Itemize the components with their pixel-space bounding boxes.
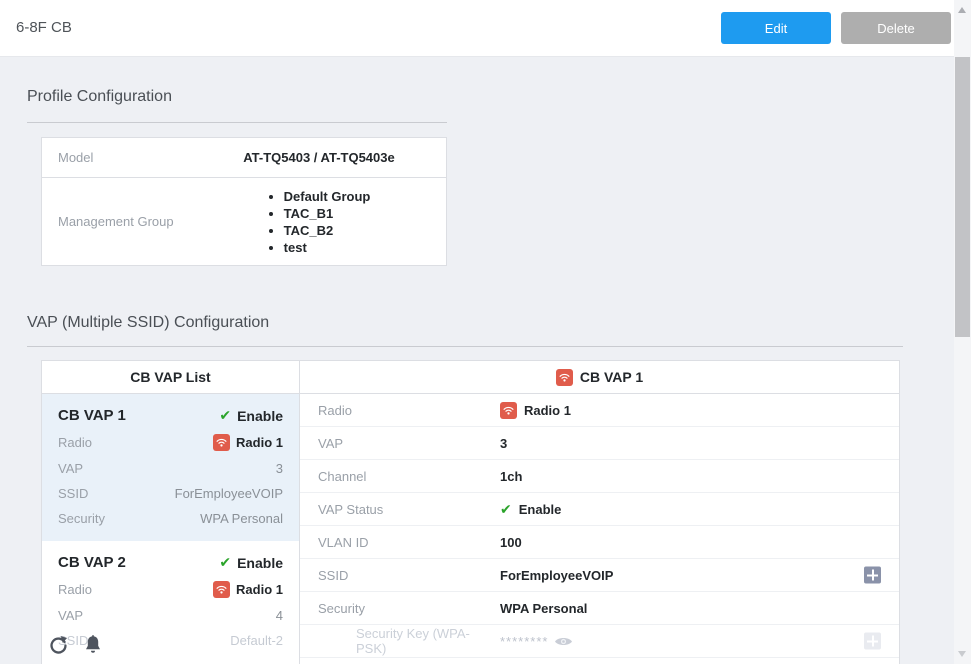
- detail-row-security: Security WPA Personal: [300, 592, 899, 625]
- profile-configuration-heading: Profile Configuration: [27, 88, 447, 123]
- list-item-row: VAP 4: [58, 608, 283, 623]
- refresh-icon[interactable]: [48, 635, 69, 656]
- vap-configuration-heading: VAP (Multiple SSID) Configuration: [27, 314, 903, 347]
- model-label: Model: [42, 138, 192, 177]
- detail-label: VAP Status: [300, 502, 500, 517]
- detail-row-vap-status: VAP Status ✔ Enable: [300, 493, 899, 526]
- vap-value: 3: [276, 461, 283, 476]
- detail-label: Channel: [300, 469, 500, 484]
- management-group-label: Management Group: [42, 178, 192, 265]
- vap-label: VAP: [58, 608, 83, 623]
- detail-value: WPA Personal: [500, 601, 587, 616]
- detail-label: SSID: [300, 568, 500, 583]
- detail-row-vlan-id: VLAN ID 100: [300, 526, 899, 559]
- detail-row-security-key: Security Key (WPA-PSK) ********: [300, 625, 899, 658]
- scroll-down-arrow-icon[interactable]: [958, 651, 966, 657]
- management-group-value: Default Group TAC_B1 TAC_B2 test: [192, 178, 446, 265]
- list-item-row: Radio Radio 1: [58, 581, 283, 598]
- detail-label: VLAN ID: [300, 535, 500, 550]
- detail-row-vap: VAP 3: [300, 427, 899, 460]
- management-group-item: TAC_B1: [284, 206, 371, 221]
- management-group-item: test: [284, 240, 371, 255]
- delete-button[interactable]: Delete: [841, 12, 951, 44]
- vap-status-text: Enable: [237, 555, 283, 571]
- check-icon: ✔: [219, 554, 231, 571]
- detail-label: Security Key (WPA-PSK): [300, 626, 500, 656]
- ssid-value: Default-2: [230, 633, 283, 648]
- detail-value: 1ch: [500, 469, 522, 484]
- vap-detail-title: CB VAP 1: [580, 369, 643, 385]
- model-row: Model AT-TQ5403 / AT-TQ5403e: [42, 138, 446, 178]
- management-group-item: Default Group: [284, 189, 371, 204]
- detail-value-text: Radio 1: [524, 403, 571, 418]
- profile-detail-page: 6-8F CB Edit Delete Profile Configuratio…: [0, 0, 971, 664]
- wifi-icon: [213, 581, 230, 598]
- ssid-label: SSID: [58, 486, 88, 501]
- vap-item-title-row: CB VAP 2 ✔ Enable: [58, 554, 283, 571]
- vap-item-title-row: CB VAP 1 ✔ Enable: [58, 407, 283, 424]
- vap-list-header: CB VAP List: [42, 361, 299, 394]
- model-value: AT-TQ5403 / AT-TQ5403e: [192, 138, 446, 177]
- vap-list-item-cb-vap-1[interactable]: CB VAP 1 ✔ Enable Radio Radio 1 VAP 3: [42, 394, 299, 541]
- list-item-row: Radio Radio 1: [58, 434, 283, 451]
- list-item-row: SSID ForEmployeeVOIP: [58, 486, 283, 501]
- vap-label: VAP: [58, 461, 83, 476]
- page-title: 6-8F CB: [16, 0, 72, 56]
- management-group-item: TAC_B2: [284, 223, 371, 238]
- vap-status-badge: ✔ Enable: [219, 407, 283, 424]
- vap-value: 4: [276, 608, 283, 623]
- management-group-row: Management Group Default Group TAC_B1 TA…: [42, 178, 446, 265]
- detail-label: Security: [300, 601, 500, 616]
- check-icon: ✔: [500, 501, 512, 518]
- detail-value-text: Enable: [519, 502, 562, 517]
- list-item-row: Security WPA Personal: [58, 511, 283, 526]
- radio-value-text: Radio 1: [236, 582, 283, 597]
- vap-status-text: Enable: [237, 408, 283, 424]
- vap-list: CB VAP List CB VAP 1 ✔ Enable Radio Radi…: [42, 361, 300, 664]
- top-bar: 6-8F CB Edit Delete: [0, 0, 954, 57]
- vap-item-name: CB VAP 2: [58, 554, 126, 571]
- vap-detail-panel: CB VAP 1 Radio Radio 1 VAP 3 Channel 1ch…: [300, 361, 899, 664]
- detail-value: ✔ Enable: [500, 501, 561, 518]
- wifi-icon: [213, 434, 230, 451]
- edit-button[interactable]: Edit: [721, 12, 831, 44]
- vertical-scrollbar[interactable]: [954, 0, 971, 664]
- vap-table: CB VAP List CB VAP 1 ✔ Enable Radio Radi…: [41, 360, 900, 664]
- detail-label: Radio: [300, 403, 500, 418]
- radio-value-text: Radio 1: [236, 435, 283, 450]
- wifi-icon: [500, 402, 517, 419]
- wifi-icon: [556, 369, 573, 386]
- add-security-key-button[interactable]: [864, 633, 881, 650]
- management-group-list: Default Group TAC_B1 TAC_B2 test: [268, 187, 371, 257]
- detail-value: 3: [500, 436, 507, 451]
- add-ssid-button[interactable]: [864, 567, 881, 584]
- vap-detail-header: CB VAP 1: [300, 361, 899, 394]
- detail-value: ForEmployeeVOIP: [500, 568, 613, 583]
- check-icon: ✔: [219, 407, 231, 424]
- footer-toolbar: [48, 635, 102, 656]
- detail-label: VAP: [300, 436, 500, 451]
- profile-card: Model AT-TQ5403 / AT-TQ5403e Management …: [41, 137, 447, 266]
- security-label: Security: [58, 511, 105, 526]
- radio-label: Radio: [58, 582, 92, 597]
- scrollbar-thumb[interactable]: [955, 57, 970, 337]
- security-value: WPA Personal: [200, 511, 283, 526]
- notification-bell-icon[interactable]: [84, 635, 102, 656]
- detail-value: 100: [500, 535, 522, 550]
- list-item-row: VAP 3: [58, 461, 283, 476]
- detail-row-channel: Channel 1ch: [300, 460, 899, 493]
- radio-label: Radio: [58, 435, 92, 450]
- detail-row-ssid: SSID ForEmployeeVOIP: [300, 559, 899, 592]
- vap-item-name: CB VAP 1: [58, 407, 126, 424]
- scroll-up-arrow-icon[interactable]: [958, 7, 966, 13]
- ssid-value: ForEmployeeVOIP: [175, 486, 283, 501]
- detail-value: Radio 1: [500, 402, 571, 419]
- radio-value: Radio 1: [213, 434, 283, 451]
- radio-value: Radio 1: [213, 581, 283, 598]
- show-password-eye-icon[interactable]: [554, 635, 573, 648]
- detail-row-radio: Radio Radio 1: [300, 394, 899, 427]
- security-key-value: ********: [500, 634, 548, 649]
- vap-status-badge: ✔ Enable: [219, 554, 283, 571]
